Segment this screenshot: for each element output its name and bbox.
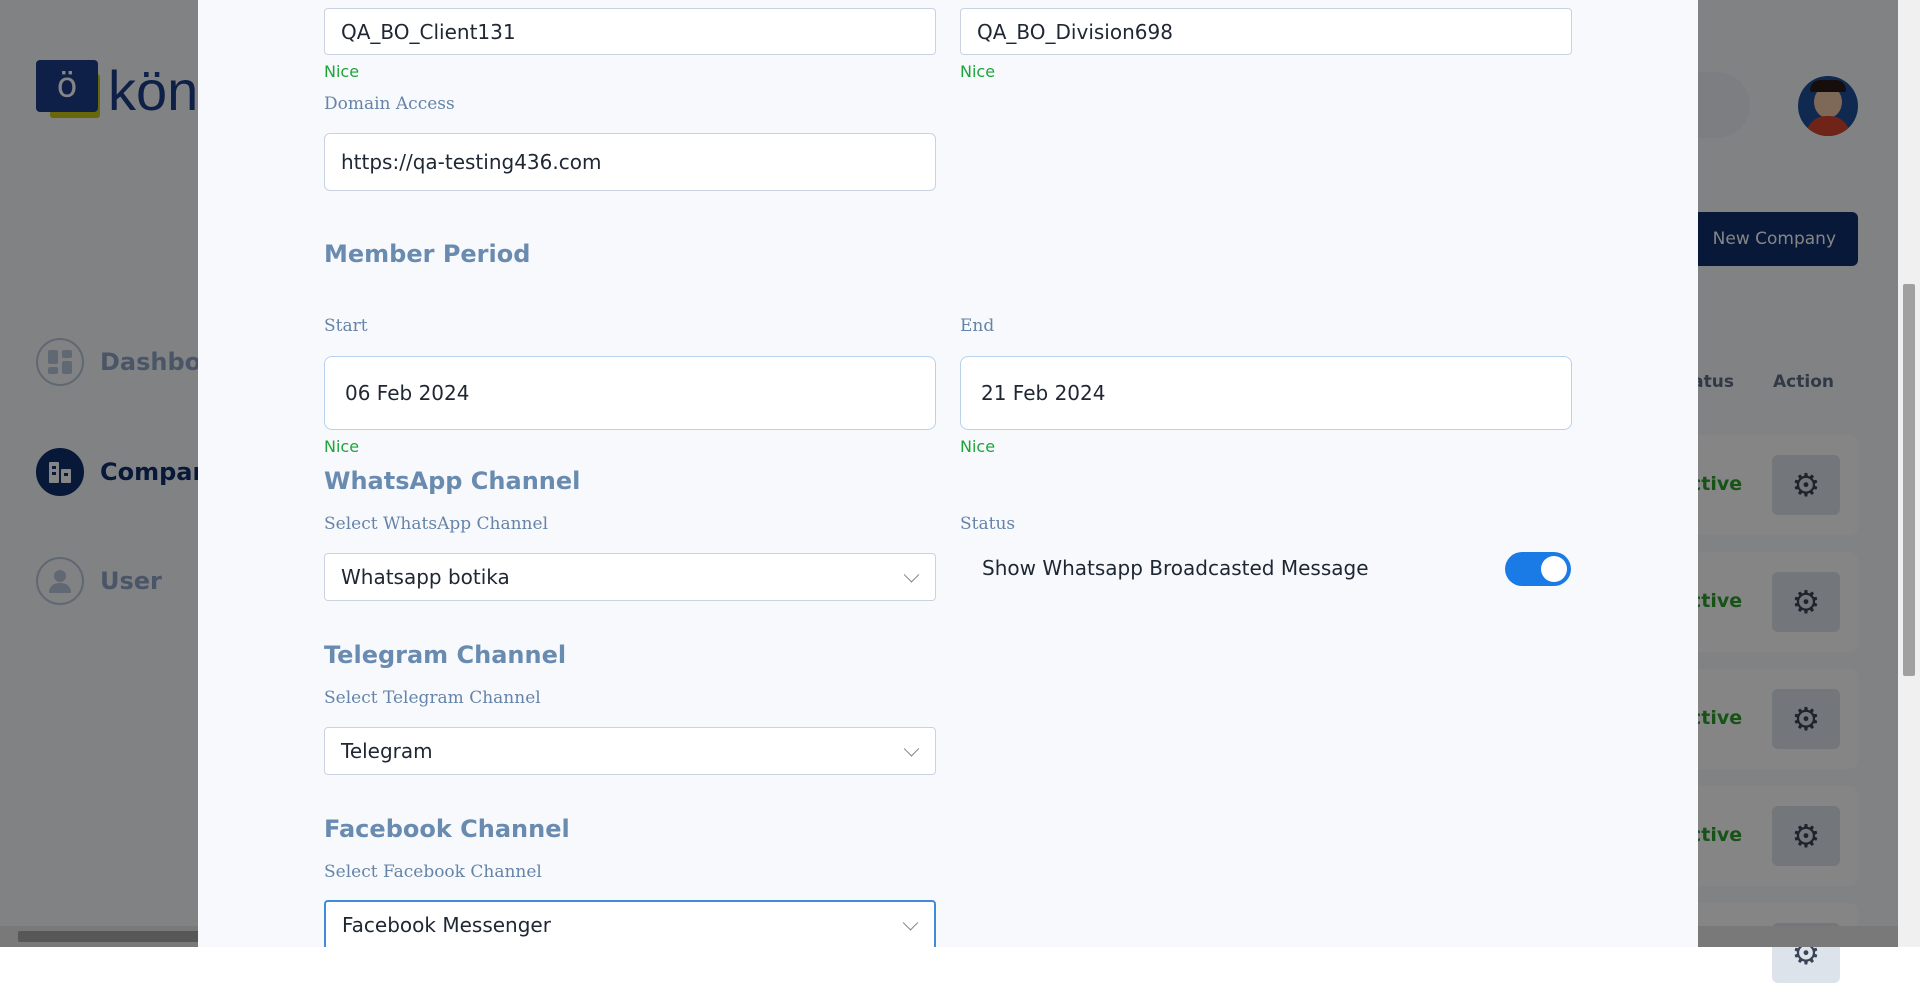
start-date-label: Start — [324, 316, 368, 336]
scrollbar-thumb[interactable] — [1903, 284, 1915, 676]
end-date-value: 21 Feb 2024 — [981, 381, 1106, 405]
broadcast-toggle[interactable] — [1505, 552, 1571, 586]
domain-access-value: https://qa-testing436.com — [341, 150, 602, 174]
facebook-channel-title: Facebook Channel — [324, 815, 570, 843]
whatsapp-select-label: Select WhatsApp Channel — [324, 514, 549, 534]
chevron-down-icon — [903, 567, 920, 583]
division-name-field[interactable]: QA_BO_Division698 — [960, 8, 1572, 55]
vertical-scrollbar[interactable] — [1898, 0, 1920, 947]
whatsapp-channel-title: WhatsApp Channel — [324, 467, 581, 495]
end-date-field[interactable]: 21 Feb 2024 — [960, 356, 1572, 430]
domain-access-label: Domain Access — [324, 94, 455, 114]
domain-access-field[interactable]: https://qa-testing436.com — [324, 133, 936, 191]
start-date-value: 06 Feb 2024 — [345, 381, 470, 405]
start-date-field[interactable]: 06 Feb 2024 — [324, 356, 936, 430]
facebook-channel-value: Facebook Messenger — [342, 913, 551, 937]
telegram-channel-title: Telegram Channel — [324, 641, 567, 669]
toggle-knob — [1541, 556, 1567, 582]
whatsapp-channel-value: Whatsapp botika — [341, 565, 510, 589]
chevron-down-icon — [903, 741, 920, 757]
division-name-feedback: Nice — [960, 62, 996, 81]
telegram-channel-select[interactable]: Telegram — [324, 727, 936, 775]
facebook-select-label: Select Facebook Channel — [324, 862, 542, 882]
company-form-modal: QA_BO_Client131 Nice QA_BO_Division698 N… — [198, 0, 1698, 947]
client-name-feedback: Nice — [324, 62, 360, 81]
end-date-label: End — [960, 316, 995, 336]
member-period-title: Member Period — [324, 240, 531, 268]
chevron-down-icon — [902, 915, 919, 931]
end-date-feedback: Nice — [960, 437, 996, 456]
whatsapp-channel-select[interactable]: Whatsapp botika — [324, 553, 936, 601]
client-name-value: QA_BO_Client131 — [341, 19, 516, 44]
client-name-field[interactable]: QA_BO_Client131 — [324, 8, 936, 55]
status-label: Status — [960, 514, 1016, 534]
facebook-channel-select[interactable]: Facebook Messenger — [324, 900, 936, 947]
broadcast-toggle-label: Show Whatsapp Broadcasted Message — [982, 556, 1369, 580]
division-name-value: QA_BO_Division698 — [977, 19, 1173, 44]
telegram-channel-value: Telegram — [341, 739, 433, 763]
telegram-select-label: Select Telegram Channel — [324, 688, 541, 708]
start-date-feedback: Nice — [324, 437, 360, 456]
